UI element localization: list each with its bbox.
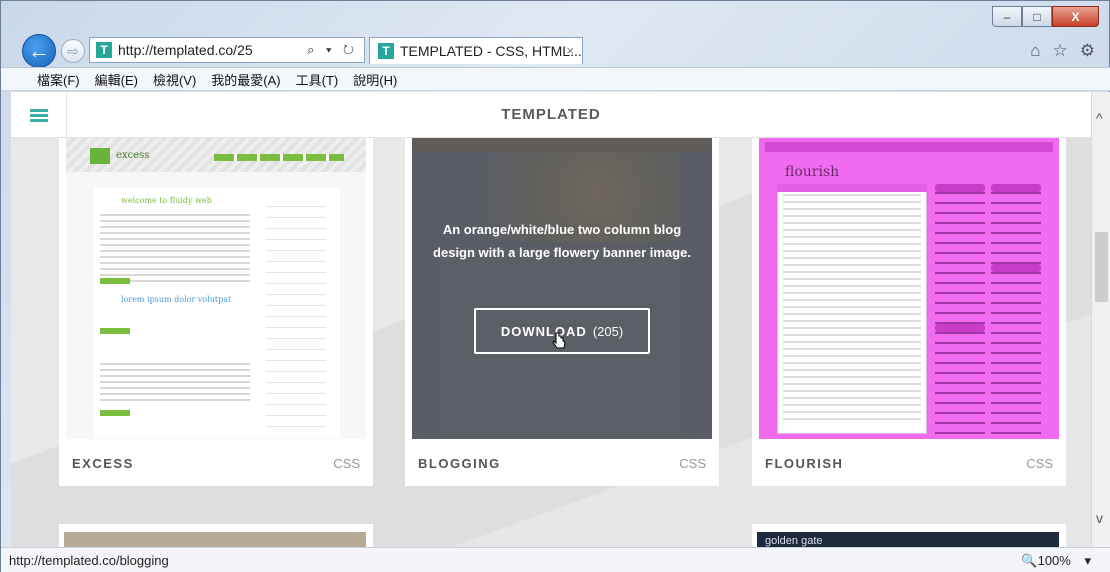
site-header: TEMPLATED	[11, 92, 1091, 138]
thumb-logo-text: flourish	[785, 164, 840, 180]
site-favicon-icon: T	[96, 42, 112, 58]
template-description: An orange/white/blue two column blog des…	[433, 222, 691, 260]
thumb-sidebar	[935, 184, 985, 434]
menu-help[interactable]: 說明(H)	[353, 70, 397, 89]
address-bar[interactable]: T http://templated.co/25 ⌕ ▾ ↻	[89, 37, 365, 63]
template-card-flourish[interactable]: flourish FLOURISH CSS	[752, 138, 1066, 486]
address-tools[interactable]: ⌕ ▾ ↻	[307, 42, 358, 58]
menu-bar: 檔案(F) 編輯(E) 檢視(V) 我的最愛(A) 工具(T) 說明(H)	[1, 67, 1110, 91]
hover-overlay: An orange/white/blue two column blog des…	[412, 138, 712, 439]
thumb-section-header	[777, 184, 927, 192]
template-thumbnail[interactable]: An orange/white/blue two column blog des…	[412, 138, 712, 439]
address-url: http://templated.co/25	[118, 42, 253, 58]
minimize-button[interactable]: –	[992, 6, 1022, 27]
vertical-scrollbar[interactable]: ^ v	[1091, 92, 1110, 547]
tab-favicon-icon: T	[378, 43, 394, 59]
thumb-text	[100, 363, 250, 403]
thumb-logo-text: golden gate	[765, 535, 823, 547]
menu-file[interactable]: 檔案(F)	[37, 70, 80, 89]
menu-favorites[interactable]: 我的最愛(A)	[211, 70, 280, 89]
home-icon[interactable]: ⌂	[1030, 41, 1040, 61]
template-thumbnail[interactable]: golden gate	[757, 532, 1059, 547]
back-arrow-icon: ←	[28, 38, 50, 63]
thumb-nav	[765, 142, 1053, 152]
scroll-thumb[interactable]	[1095, 232, 1108, 302]
thumb-sidebar-header	[935, 324, 985, 332]
thumb-text	[100, 214, 250, 248]
zoom-control[interactable]: 🔍100% ▾	[1021, 553, 1091, 569]
thumb-nav	[214, 154, 344, 161]
template-card-blogging[interactable]: An orange/white/blue two column blog des…	[405, 138, 719, 486]
hand-cursor-icon	[552, 332, 566, 349]
thumb-text	[783, 194, 921, 424]
card-type-badge: CSS	[333, 456, 360, 471]
favorites-star-icon[interactable]: ☆	[1053, 41, 1068, 61]
template-card-partial[interactable]	[59, 524, 373, 547]
menu-edit[interactable]: 編輯(E)	[95, 70, 138, 89]
browser-tools: ⌂ ☆ ⚙	[1030, 41, 1095, 61]
template-thumbnail[interactable]: excess welcome to fluidy web lorem ipsum…	[66, 138, 366, 439]
maximize-button[interactable]: □	[1022, 6, 1052, 27]
close-button[interactable]: X	[1052, 6, 1099, 27]
card-type-badge: CSS	[1026, 456, 1053, 471]
template-card-partial[interactable]: golden gate	[752, 524, 1066, 547]
web-page: TEMPLATED excess welcome to fluidy web l…	[11, 92, 1091, 547]
thumb-sidebar	[266, 196, 326, 436]
thumb-heading-2: lorem ipsum dolor volutpat	[121, 295, 232, 304]
settings-gear-icon[interactable]: ⚙	[1080, 41, 1095, 61]
thumb-sidebar	[991, 184, 1041, 434]
thumb-sidebar-header	[935, 184, 985, 192]
scroll-down-icon[interactable]: v	[1096, 510, 1103, 526]
site-brand[interactable]: TEMPLATED	[11, 106, 1091, 123]
back-button[interactable]: ←	[22, 34, 56, 68]
zoom-dropdown-icon[interactable]: ▾	[1084, 553, 1091, 568]
download-label: DOWNLOAD	[500, 323, 587, 339]
checkmark-logo-icon	[90, 148, 110, 164]
window-controls: – □ X	[992, 6, 1099, 27]
card-title[interactable]: EXCESS	[72, 456, 134, 471]
menu-view[interactable]: 檢視(V)	[153, 70, 196, 89]
card-title[interactable]: FLOURISH	[765, 456, 843, 471]
thumb-button	[100, 278, 130, 284]
template-card-excess[interactable]: excess welcome to fluidy web lorem ipsum…	[59, 138, 373, 486]
tab-title: TEMPLATED - CSS, HTML...	[400, 43, 582, 59]
browser-window: – □ X ← ⇨ T http://templated.co/25 ⌕ ▾ ↻…	[0, 0, 1110, 572]
template-thumbnail[interactable]: flourish	[759, 138, 1059, 439]
menu-tools[interactable]: 工具(T)	[296, 70, 339, 89]
browser-tab[interactable]: T TEMPLATED - CSS, HTML... ×	[369, 37, 583, 64]
thumb-logo-text: excess	[116, 150, 150, 161]
status-url: http://templated.co/blogging	[9, 553, 169, 568]
template-thumbnail[interactable]	[64, 532, 366, 547]
card-title[interactable]: BLOGGING	[418, 456, 501, 471]
card-type-badge: CSS	[679, 456, 706, 471]
tab-close-icon[interactable]: ×	[566, 43, 574, 58]
thumb-button	[100, 410, 130, 416]
thumb-sidebar-header	[991, 184, 1041, 192]
forward-button[interactable]: ⇨	[61, 39, 85, 63]
scroll-up-icon[interactable]: ^	[1096, 110, 1103, 126]
thumb-button	[100, 328, 130, 334]
thumb-heading: welcome to fluidy web	[121, 196, 212, 205]
forward-arrow-icon: ⇨	[67, 42, 79, 59]
zoom-level: 🔍100%	[1021, 553, 1071, 568]
status-bar: http://templated.co/blogging 🔍100% ▾	[1, 547, 1110, 572]
thumb-sidebar-header	[991, 264, 1041, 272]
download-count: (205)	[592, 323, 624, 339]
